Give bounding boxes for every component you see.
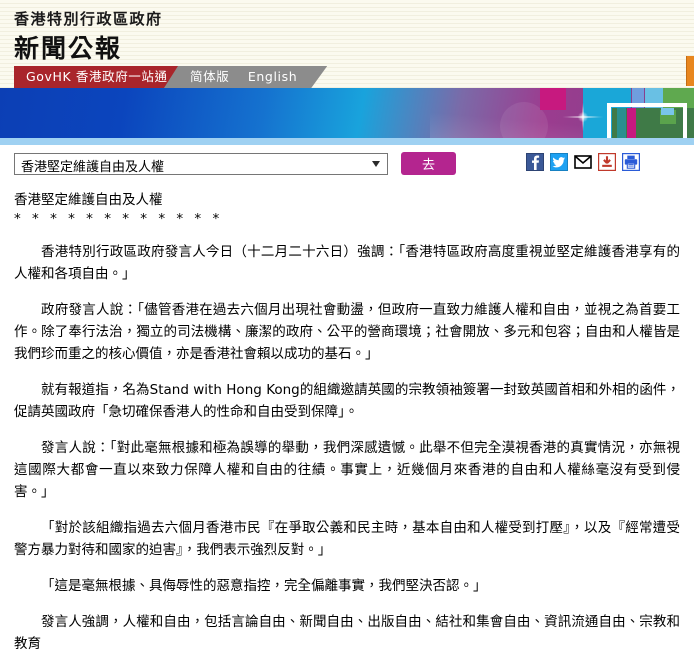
banner-circle-shape: [500, 102, 548, 138]
banner-diagonal-highlight: [430, 112, 630, 138]
banner-pink-bar: [627, 108, 636, 138]
twitter-icon[interactable]: [550, 153, 568, 171]
banner-paleblue-block: [645, 88, 663, 110]
page-title: 新聞公報: [14, 29, 122, 65]
banner-underline-bar: [0, 138, 694, 145]
banner-cyan-block: [583, 88, 631, 138]
news-select-value: 香港堅定維護自由及人權: [21, 156, 164, 175]
controls-row: 香港堅定維護自由及人權 去: [0, 145, 694, 185]
banner-white-frame: [607, 103, 687, 138]
government-name: 香港特別行政區政府: [14, 8, 163, 29]
article-paragraph: 「對於該組織指過去六個月香港市民『在爭取公義和民主時，基本自由和人權受到打壓』，…: [14, 517, 680, 561]
article-paragraph: 就有報道指，名為Stand with Hong Kong的組織邀請英國的宗教領袖…: [14, 379, 680, 423]
banner-teal-bar: [617, 108, 626, 138]
tab-bar: GovHK 香港政府一站通 简体版 English: [0, 66, 694, 88]
banner-green-block: [645, 88, 694, 138]
banner-magenta-square: [540, 88, 566, 110]
banner-darkgreen-block: [612, 108, 694, 138]
article-separator-stars: * * * * * * * * * * * *: [14, 210, 680, 229]
article-headline: 香港堅定維護自由及人權: [14, 191, 680, 210]
banner-star-sparkle-icon: [553, 96, 613, 138]
decorative-banner: [0, 88, 694, 138]
article-body: 香港堅定維護自由及人權 * * * * * * * * * * * * 香港特別…: [0, 185, 694, 655]
tab-english[interactable]: English: [248, 66, 297, 88]
email-icon[interactable]: [574, 153, 592, 171]
article-paragraph: 政府發言人說：「儘管香港在過去六個月出現社會動盪，但政府一直致力維護人權和自由，…: [14, 299, 680, 365]
share-icon-group: [526, 153, 640, 171]
go-button[interactable]: 去: [401, 152, 456, 175]
banner-green-small-block: [660, 110, 676, 124]
tab-govhk-label: GovHK 香港政府一站通: [26, 69, 168, 84]
banner-green-block-2: [663, 88, 694, 108]
article-paragraph: 香港特別行政區政府發言人今日（十二月二十六日）強調：「香港特區政府高度重視並堅定…: [14, 241, 680, 285]
facebook-icon[interactable]: [526, 153, 544, 171]
chevron-down-icon: [372, 161, 380, 167]
news-select[interactable]: 香港堅定維護自由及人權: [14, 153, 388, 175]
banner-lightblue-block: [632, 88, 644, 116]
download-icon[interactable]: [598, 153, 616, 171]
masthead: 香港特別行政區政府 新聞公報 GovHK 香港政府一站通 简体版 English: [0, 0, 694, 88]
article-paragraph: 「這是毫無根據、具侮辱性的惡意指控，完全偏離事實，我們堅決否認。」: [14, 575, 680, 597]
print-icon[interactable]: [622, 153, 640, 171]
banner-tiny-blue-block: [661, 108, 674, 115]
tab-language-group: 简体版 English: [164, 66, 327, 88]
tab-simplified-chinese[interactable]: 简体版: [190, 66, 229, 88]
article-paragraph: 發言人強調，人權和自由，包括言論自由、新聞自由、出版自由、結社和集會自由、資訊流…: [14, 611, 680, 655]
article-paragraph: 發言人說：「對此毫無根據和極為誤導的舉動，我們深感遺憾。此舉不但完全漠視香港的真…: [14, 437, 680, 503]
